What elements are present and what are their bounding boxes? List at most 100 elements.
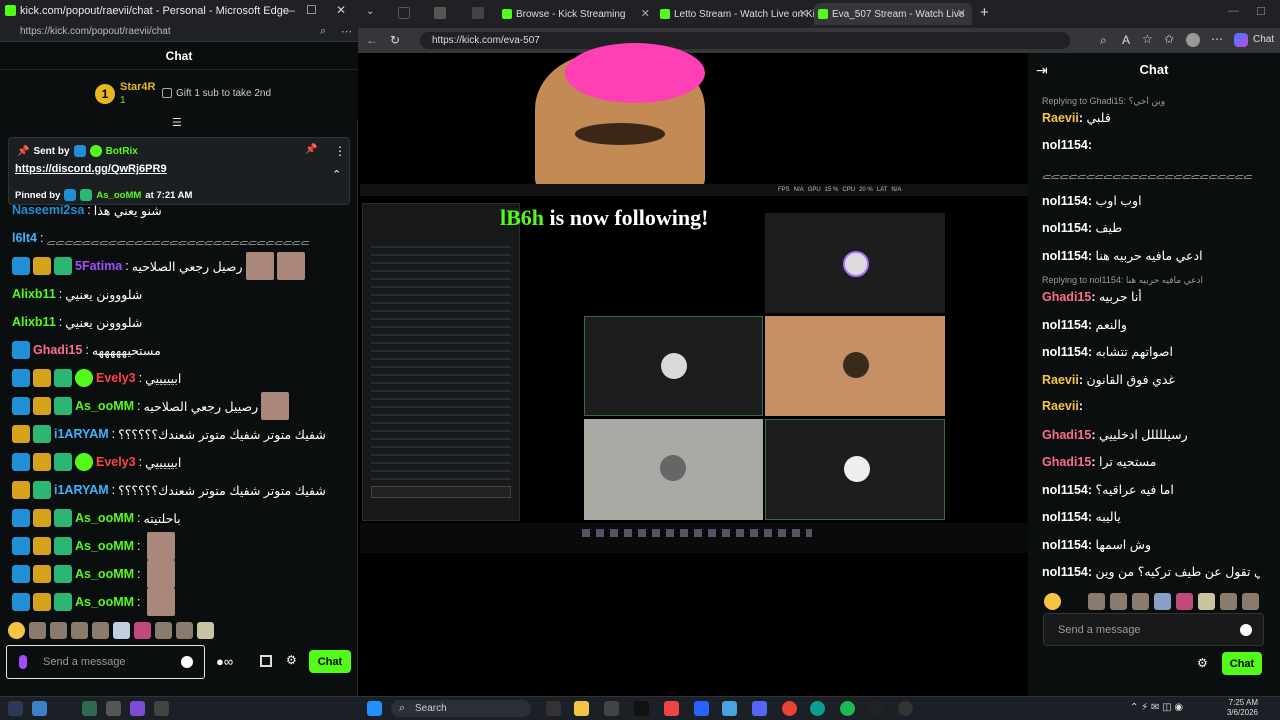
app-icon[interactable] [664,701,679,716]
gift-icon[interactable] [260,655,272,667]
emote-icon[interactable] [1154,593,1171,610]
chat-username[interactable]: As_ooMM [75,511,134,525]
emote-icon[interactable] [155,622,172,639]
profile-avatar[interactable] [1186,33,1200,47]
tab-eva[interactable]: Eva_507 Stream - Watch Live ✕ [814,3,972,25]
emote-icon[interactable] [1110,593,1127,610]
app-icon[interactable] [32,701,47,716]
file-explorer-icon[interactable] [574,701,589,716]
emote-icon[interactable] [113,622,130,639]
clock[interactable]: 7:25 AM 3/6/2026 [1218,698,1258,718]
chat-username[interactable]: Raevii [1042,399,1079,413]
pinned-tab-icon[interactable] [472,7,484,19]
spotify-icon[interactable] [840,701,855,716]
minimize-icon[interactable]: — [283,3,295,17]
emote-icon[interactable] [1066,593,1083,610]
widget-icon[interactable] [8,701,23,716]
chrome-icon[interactable] [782,701,797,716]
task-view-icon[interactable] [546,701,561,716]
chat-username[interactable]: nol1154 [1042,510,1088,524]
refresh-icon[interactable]: ↻ [390,33,400,47]
store-icon[interactable] [604,701,619,716]
emoji-icon[interactable] [8,622,25,639]
emote-icon[interactable] [176,622,193,639]
microphone-icon[interactable] [19,655,27,669]
emote-icon[interactable] [1220,593,1237,610]
emoji-picker-icon[interactable] [181,656,193,668]
chat-username[interactable]: Ghadi15 [1042,290,1091,304]
app-icon[interactable] [694,701,709,716]
points-icon[interactable]: ●∞ [216,654,233,669]
emote-icon[interactable] [92,622,109,639]
chat-username[interactable]: 5Fatima [75,259,122,273]
chat-username[interactable]: i1ARYAM [54,427,109,441]
chat-username[interactable]: nol1154 [1042,194,1088,208]
close-icon[interactable]: ✕ [336,3,346,17]
discord-link[interactable]: https://discord.gg/QwRj6PR9 [15,163,167,175]
chat-username[interactable]: nol1154 [1042,538,1088,552]
chat-username[interactable]: As_ooMM [75,539,134,553]
chat-username[interactable]: i1ARYAM [54,483,109,497]
app-icon[interactable] [106,701,121,716]
settings-icon[interactable]: ⚙ [1197,656,1208,670]
emote-icon[interactable] [197,622,214,639]
chat-input[interactable]: Send a message [6,645,205,679]
chat-username[interactable]: Evely3 [96,455,136,469]
tray-icons[interactable]: ⌃ ⚡ ✉ ◫ ◉ [1130,702,1183,713]
chat-username[interactable]: Ghadi15 [1042,428,1091,442]
settings-icon[interactable]: ⚙ [286,653,297,667]
chat-username[interactable]: nol1154 [1042,565,1088,579]
chat-username[interactable]: As_ooMM [75,567,134,581]
chat-username[interactable]: nol1154 [1042,483,1088,497]
start-icon[interactable] [367,701,382,716]
emote-icon[interactable] [1132,593,1149,610]
chat-username[interactable]: Alixb11 [12,287,56,301]
chat-username[interactable]: Ghadi15 [33,343,82,357]
emoji-picker-icon[interactable] [1240,624,1252,636]
chat-username[interactable]: Alixb11 [12,315,56,329]
taskbar-search[interactable]: ⌕ Search [391,700,531,717]
filter-icon[interactable]: ☰ [172,116,182,129]
copilot-icon[interactable] [1234,33,1248,47]
more-icon[interactable]: ⋯ [1211,32,1223,46]
chat-username[interactable]: Naseemi2sa [12,203,84,217]
tab-browse[interactable]: Browse - Kick Streaming ✕ [498,3,656,25]
reply-context[interactable]: Replying to nol1154: ادعي مافيه حربيه هن… [1042,275,1203,286]
emote-icon[interactable] [1198,593,1215,610]
url-field[interactable]: https://kick.com/eva-507 [420,32,1070,49]
pin-toggle-icon[interactable]: 📌 [305,144,317,155]
emote-icon[interactable] [71,622,88,639]
emote-icon[interactable] [1088,593,1105,610]
tab-letto[interactable]: Letto Stream - Watch Live on Kick ✕ [656,3,814,25]
chat-username[interactable]: Evely3 [96,371,136,385]
chat-username[interactable]: nol1154 [1042,221,1088,235]
chat-username[interactable]: nol1154 [1042,249,1088,263]
copilot-chat-label[interactable]: Chat [1253,34,1274,45]
app-icon[interactable] [130,701,145,716]
collapse-icon[interactable]: ⌃ [332,168,341,181]
new-tab-icon[interactable]: + [980,4,989,21]
collection-icon[interactable] [434,7,446,19]
chat-username[interactable]: l6lt4 [12,231,37,245]
close-tab-icon[interactable]: ✕ [799,7,808,20]
chat-username[interactable]: As_ooMM [75,595,134,609]
chat-send-button[interactable]: Chat [309,650,351,673]
favorite-icon[interactable]: ☆ [1142,32,1153,46]
tiktok-icon[interactable] [634,701,649,716]
chat-username[interactable]: nol1154 [1042,345,1088,359]
notepad-icon[interactable] [722,701,737,716]
edge-icon[interactable] [810,701,825,716]
emoji-icon[interactable] [1044,593,1061,610]
maximize-icon[interactable]: ☐ [1256,5,1266,18]
zoom-icon[interactable]: ⌕ [320,25,326,38]
chat-username[interactable]: Ghadi15 [1042,455,1091,469]
close-tab-icon[interactable]: ✕ [641,7,650,20]
chat-input[interactable]: Send a message [1043,613,1264,646]
workspace-icon[interactable] [398,7,410,19]
back-icon[interactable]: ← [366,33,378,47]
app-icon[interactable] [898,701,913,716]
emote-icon[interactable] [134,622,151,639]
tab-actions-icon[interactable]: ⌄ [366,6,374,17]
app-icon[interactable] [868,701,883,716]
maximize-icon[interactable]: ☐ [306,3,317,17]
